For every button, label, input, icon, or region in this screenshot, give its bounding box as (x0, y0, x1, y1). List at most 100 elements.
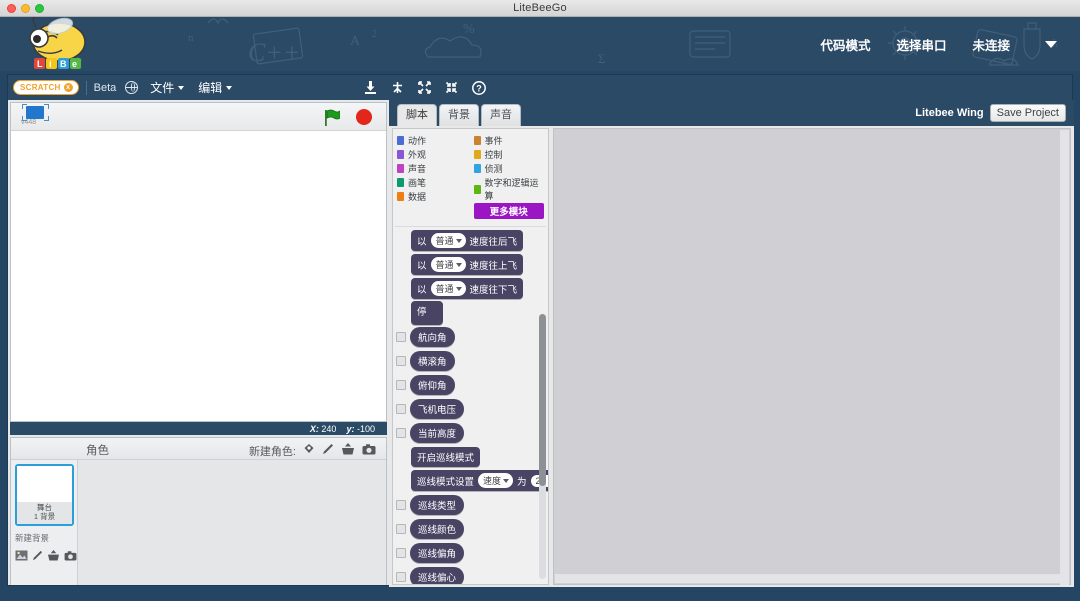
collapse-icon[interactable] (445, 81, 458, 94)
chevron-down-icon (178, 85, 185, 90)
block-monitor-checkbox[interactable] (396, 523, 406, 534)
tab-backdrops[interactable]: 背景 (439, 104, 479, 126)
block-monitor-checkbox[interactable] (396, 571, 406, 582)
svg-text:L: L (37, 59, 43, 69)
script-canvas[interactable] (553, 128, 1071, 585)
palette-block[interactable]: 俯仰角 (410, 374, 455, 395)
picture-icon[interactable] (15, 548, 28, 566)
save-project-button[interactable]: Save Project (989, 104, 1066, 122)
block-monitor-checkbox[interactable] (396, 355, 406, 366)
palette-block[interactable]: 停 (411, 300, 443, 325)
nav-code-mode[interactable]: 代码模式 (820, 35, 870, 54)
palette-block[interactable]: 当前高度 (410, 422, 465, 443)
category-operators[interactable]: 数字和逻辑运算 (473, 176, 545, 202)
menu-file-label: 文件 (150, 81, 175, 95)
palette-block[interactable]: 巡线颜色 (410, 518, 465, 539)
svg-text:Σ: Σ (598, 51, 606, 66)
menu-file[interactable]: 文件 (150, 79, 185, 96)
category-pen[interactable]: 画笔 (397, 176, 468, 189)
menu-edit[interactable]: 编辑 (198, 79, 233, 96)
scratch-logo-text: SCRATCH (20, 83, 61, 92)
block-dropdown[interactable]: 普通 (430, 233, 466, 248)
upload-icon[interactable] (341, 442, 355, 460)
maximize-window-button[interactable] (35, 4, 44, 13)
block-text: 航向角 (418, 332, 447, 344)
block-monitor-checkbox[interactable] (396, 331, 406, 342)
category-control[interactable]: 控制 (473, 148, 545, 161)
camera-icon[interactable] (362, 442, 376, 460)
palette-block[interactable]: 航向角 (410, 326, 455, 347)
block-monitor-checkbox[interactable] (396, 499, 406, 510)
block-monitor-checkbox[interactable] (396, 403, 406, 414)
help-icon[interactable]: ? (472, 80, 487, 95)
paint-icon[interactable] (303, 442, 315, 460)
block-monitor-checkbox[interactable] (396, 427, 406, 438)
stage-thumbnail[interactable]: 舞台 1 背景 (15, 464, 74, 526)
block-monitor-checkbox[interactable] (396, 547, 406, 558)
stop-icon[interactable] (356, 109, 372, 125)
stage-thumbnail-subtitle: 1 背景 (33, 512, 56, 521)
brush-icon[interactable] (32, 548, 43, 566)
block-dropdown[interactable]: 速度 (478, 473, 514, 488)
palette-block[interactable]: 横滚角 (410, 350, 455, 371)
block-palette: 动作 外观 声音 画笔 数据 事件 控制 侦测 数字和逻辑运算 更多模块 以 普… (392, 128, 549, 585)
upload-icon[interactable] (47, 548, 60, 566)
coord-x-label: X: (309, 423, 319, 434)
stage-canvas[interactable] (11, 131, 386, 421)
scratch-logo[interactable]: SCRATCH x (13, 80, 79, 95)
palette-block[interactable]: 巡线模式设置速度为20 (411, 470, 548, 491)
category-label: 侦测 (484, 164, 503, 174)
globe-icon[interactable] (125, 81, 139, 94)
cursor-icon[interactable] (391, 81, 404, 94)
nav-select-port[interactable]: 选择串口 (896, 35, 946, 54)
chevron-down-icon[interactable] (1036, 33, 1066, 55)
palette-block[interactable]: 巡线类型 (410, 494, 465, 515)
block-monitor-checkbox[interactable] (396, 379, 406, 390)
category-label: 事件 (484, 136, 503, 146)
window-controls[interactable] (7, 4, 44, 13)
category-column-right: 事件 控制 侦测 数字和逻辑运算 更多模块 (473, 134, 545, 219)
tab-sounds[interactable]: 声音 (481, 104, 521, 126)
category-more-blocks[interactable]: 更多模块 (473, 203, 544, 219)
download-icon[interactable] (364, 81, 377, 94)
coord-y-label: y: (346, 423, 355, 434)
category-sensing[interactable]: 侦测 (473, 162, 545, 175)
green-flag-icon[interactable] (322, 109, 341, 132)
minimize-window-button[interactable] (21, 4, 30, 13)
category-motion[interactable]: 动作 (397, 134, 468, 147)
palette-scrollbar-thumb[interactable] (539, 314, 546, 486)
stage-selector[interactable]: 舞台 1 背景 新建背景 (11, 460, 78, 585)
category-data[interactable]: 数据 (397, 190, 468, 203)
expand-icon[interactable] (418, 81, 432, 94)
palette-divider (395, 226, 546, 227)
block-text: 速度往后飞 (469, 236, 518, 248)
category-looks[interactable]: 外观 (397, 148, 468, 161)
tab-scripts[interactable]: 脚本 (397, 104, 437, 126)
chevron-down-icon (547, 478, 548, 483)
canvas-scrollbar-vertical[interactable] (1060, 130, 1069, 585)
new-sprite-label: 新建角色: (248, 446, 296, 458)
category-label: 外观 (408, 150, 427, 160)
block-dropdown[interactable]: 普通 (430, 257, 466, 272)
palette-block[interactable]: 开启巡线模式 (411, 446, 481, 467)
canvas-scrollbar-horizontal[interactable] (555, 574, 1062, 583)
stage-version-badge[interactable]: v448 (17, 104, 57, 130)
palette-block-row: 开启巡线模式 (396, 446, 548, 467)
camera-icon[interactable] (64, 548, 77, 566)
palette-block[interactable]: 以普通 速度往下飞 (411, 278, 524, 299)
palette-block[interactable]: 巡线偏心 (410, 566, 465, 584)
block-dropdown[interactable]: 普通 (430, 281, 466, 296)
block-text: 当前高度 (418, 428, 457, 440)
palette-block[interactable]: 以普通 速度往上飞 (411, 254, 524, 275)
palette-block[interactable]: 飞机电压 (410, 398, 465, 419)
palette-block[interactable]: 以普通 速度往后飞 (411, 230, 524, 251)
nav-connection-status[interactable]: 未连接 (972, 35, 1010, 54)
close-window-button[interactable] (7, 4, 16, 13)
category-sound[interactable]: 声音 (397, 162, 468, 175)
palette-scrollbar[interactable] (539, 314, 546, 579)
chevron-down-icon (455, 238, 462, 243)
sprite-list[interactable] (78, 460, 386, 585)
palette-block[interactable]: 巡线偏角 (410, 542, 465, 563)
category-events[interactable]: 事件 (473, 134, 545, 147)
brush-icon[interactable] (322, 442, 334, 460)
